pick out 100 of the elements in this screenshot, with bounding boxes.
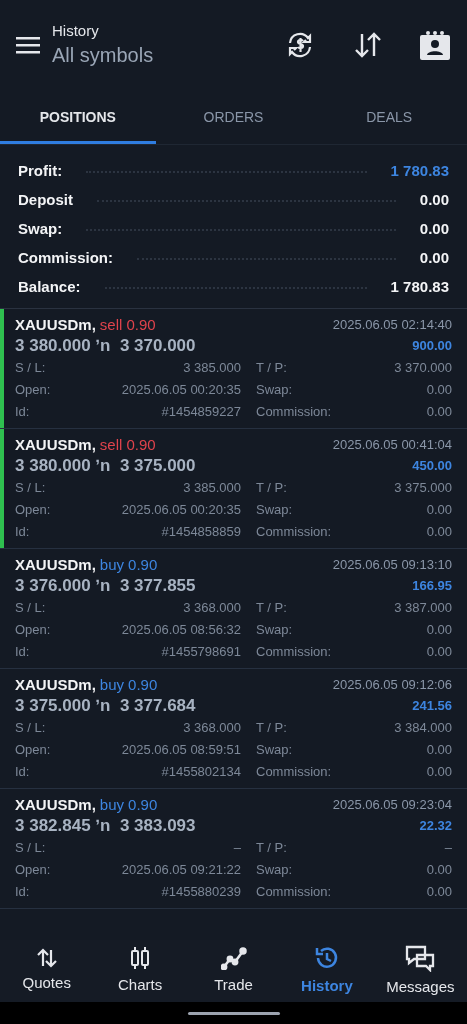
nav-item[interactable]: Messages — [373, 943, 467, 999]
summary-value: 0.00 — [419, 219, 449, 240]
summary-label: Deposit — [18, 190, 73, 211]
profit-value: 166.95 — [412, 577, 452, 596]
field-value: – — [444, 839, 452, 858]
nav-item[interactable]: Quotes — [0, 947, 94, 995]
symbol-name: XAUUSDm, — [15, 674, 96, 695]
symbol-name: XAUUSDm, — [15, 314, 96, 335]
field-label: Open: — [15, 741, 52, 760]
sort-icon[interactable] — [353, 31, 383, 59]
trade-volume: 0.90 — [128, 554, 158, 575]
field-label: Open: — [15, 501, 52, 520]
field-label: Id: — [15, 643, 31, 662]
field-value: 0.00 — [426, 643, 452, 662]
field-value: 0.00 — [426, 763, 452, 782]
contact-card-icon[interactable] — [419, 30, 451, 60]
field-value: 0.00 — [426, 501, 452, 520]
position-row[interactable]: XAUUSDm, sell 0.90 2025.06.05 02:14:40 3 380.000 ʼn 3 370.000 900.00 S / L: 3 385.000 T / P: 3 370.000 Open: 2025.06.05 00:20:35 Swap: 0.00 Id: #1454859227 Commission: 0.00 — [0, 309, 467, 429]
field-value: #1455798691 — [161, 643, 241, 662]
field-value: #1454859227 — [161, 403, 241, 422]
summary-value: 0.00 — [419, 248, 449, 269]
close-time: 2025.06.05 09:23:04 — [332, 796, 452, 815]
profit-value: 22.32 — [419, 817, 452, 836]
trade-side: sell — [99, 314, 123, 335]
field-label: Commission: — [256, 763, 332, 782]
close-time: 2025.06.05 00:41:04 — [332, 436, 452, 455]
nav-item[interactable]: Trade — [186, 945, 281, 997]
profit-value: 241.56 — [412, 697, 452, 716]
price-range: 3 375.000 ʼn 3 377.684 — [15, 695, 196, 718]
symbol-name: XAUUSDm, — [15, 434, 96, 455]
field-label: Open: — [15, 381, 52, 400]
field-label: T / P: — [256, 719, 287, 738]
field-value: 3 368.000 — [183, 719, 241, 738]
field-value: 3 368.000 — [183, 599, 241, 618]
field-label: Commission: — [256, 883, 332, 902]
tab[interactable]: ORDERS — [155, 90, 312, 144]
trade-volume: 0.90 — [128, 674, 158, 695]
trade-side: buy — [99, 674, 125, 695]
field-label: S / L: — [15, 359, 47, 378]
summary-value: 1 780.83 — [390, 161, 449, 182]
field-label: Open: — [15, 861, 52, 880]
field-value: 3 375.000 — [394, 479, 452, 498]
field-value: 0.00 — [426, 861, 452, 880]
field-label: Swap: — [256, 621, 293, 640]
trade-side: buy — [99, 794, 125, 815]
field-label: S / L: — [15, 479, 47, 498]
field-value: 3 385.000 — [183, 359, 241, 378]
summary-label: Balance: — [18, 277, 81, 298]
price-range: 3 380.000 ʼn 3 375.000 — [15, 455, 196, 478]
field-label: T / P: — [256, 479, 287, 498]
field-label: Swap: — [256, 501, 293, 520]
position-row[interactable]: XAUUSDm, buy 0.90 2025.06.05 09:12:06 3 375.000 ʼn 3 377.684 241.56 S / L: 3 368.000 T / P: 3 384.000 Open: 2025.06.05 08:59:51 Swap: 0.00 Id: #1455802134 Commission: 0.00 — [0, 669, 467, 789]
position-row[interactable]: XAUUSDm, buy 0.90 2025.06.05 09:23:04 3 382.845 ʼn 3 383.093 22.32 S / L: – T / P: – Open: 2025.06.05 09:21:22 Swap: 0.00 Id: #1455880239 Commission: 0.00 — [0, 789, 467, 909]
screen-title: History — [52, 21, 100, 41]
trade-volume: 0.90 — [126, 434, 156, 455]
field-value: #1454858859 — [161, 523, 241, 542]
field-label: Id: — [15, 883, 31, 902]
field-label: Id: — [15, 403, 31, 422]
field-value: 3 385.000 — [183, 479, 241, 498]
symbol-filter[interactable]: All symbols — [52, 41, 154, 69]
field-value: #1455802134 — [161, 763, 241, 782]
trade-side: sell — [99, 434, 123, 455]
profit-value: 900.00 — [412, 337, 452, 356]
summary-label: Profit: — [18, 161, 63, 182]
field-value: 2025.06.05 08:59:51 — [121, 741, 241, 760]
field-label: Id: — [15, 763, 31, 782]
close-time: 2025.06.05 02:14:40 — [332, 316, 452, 335]
field-value: 0.00 — [426, 403, 452, 422]
field-label: T / P: — [256, 839, 287, 858]
tab[interactable]: POSITIONS — [0, 90, 156, 144]
field-value: 0.00 — [426, 381, 452, 400]
menu-icon[interactable] — [16, 36, 40, 54]
nav-item[interactable]: History — [280, 944, 374, 998]
position-row[interactable]: XAUUSDm, buy 0.90 2025.06.05 09:13:10 3 376.000 ʼn 3 377.855 166.95 S / L: 3 368.000 T / P: 3 387.000 Open: 2025.06.05 08:56:32 Swap: 0.00 Id: #1455798691 Commission: 0.00 — [0, 549, 467, 669]
field-label: Swap: — [256, 741, 293, 760]
trade-side: buy — [99, 554, 125, 575]
field-value: 3 370.000 — [394, 359, 452, 378]
field-value: – — [233, 839, 241, 858]
field-label: T / P: — [256, 359, 287, 378]
price-range: 3 376.000 ʼn 3 377.855 — [15, 575, 196, 598]
summary-value: 0.00 — [419, 190, 449, 211]
field-label: Commission: — [256, 643, 332, 662]
up-down-arrows-icon — [35, 947, 58, 968]
close-time: 2025.06.05 09:13:10 — [332, 556, 452, 575]
price-range: 3 382.845 ʼn 3 383.093 — [15, 815, 196, 838]
field-label: Swap: — [256, 861, 293, 880]
nav-item[interactable]: Charts — [93, 945, 187, 997]
field-value: 0.00 — [426, 523, 452, 542]
field-label: S / L: — [15, 599, 47, 618]
price-range: 3 380.000 ʼn 3 370.000 — [15, 335, 196, 358]
tab[interactable]: DEALS — [311, 90, 467, 144]
symbol-name: XAUUSDm, — [15, 794, 96, 815]
symbol-name: XAUUSDm, — [15, 554, 96, 575]
field-label: T / P: — [256, 599, 287, 618]
field-value: 2025.06.05 08:56:32 — [121, 621, 241, 640]
field-label: S / L: — [15, 719, 47, 738]
field-label: Open: — [15, 621, 52, 640]
field-value: 2025.06.05 00:20:35 — [121, 381, 241, 400]
field-label: S / L: — [15, 839, 47, 858]
position-row[interactable]: XAUUSDm, sell 0.90 2025.06.05 00:41:04 3 380.000 ʼn 3 375.000 450.00 S / L: 3 385.000 T / P: 3 375.000 Open: 2025.06.05 00:20:35 Swap: 0.00 Id: #1454858859 Commission: 0.00 — [0, 429, 467, 549]
